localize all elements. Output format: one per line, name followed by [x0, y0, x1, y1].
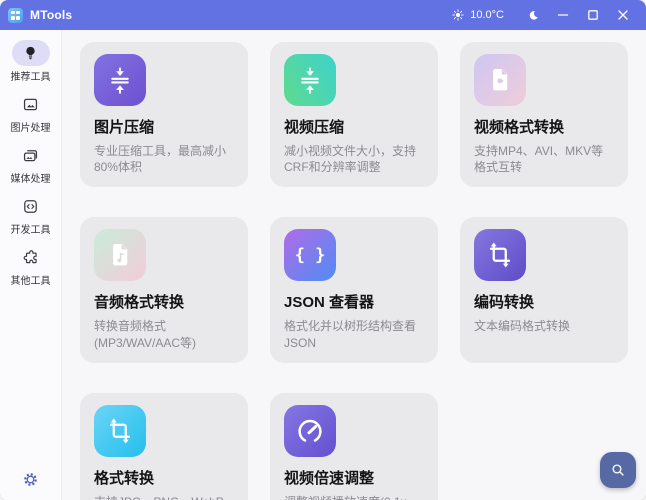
card-title: 音频格式转换 — [94, 291, 234, 312]
speedometer-icon — [284, 405, 336, 457]
sidebar-item-dev-tools[interactable]: 开发工具 — [11, 193, 51, 236]
card-desc: 专业压缩工具，最高减小80%体积 — [94, 143, 234, 175]
sidebar-item-label: 其他工具 — [11, 272, 51, 287]
braces-icon: { } — [284, 229, 336, 281]
svg-text:{ }: { } — [295, 245, 325, 265]
sidebar-item-recommended-tools[interactable]: 推荐工具 — [11, 40, 51, 83]
sidebar-item-label: 图片处理 — [11, 119, 51, 134]
tool-card[interactable]: 格式转换 支持JPG、PNG、WebP等格式互转 — [80, 393, 248, 500]
compress-glyph — [295, 65, 325, 95]
titlebar: MTools 10.0°C — [0, 0, 646, 30]
compress-icon — [284, 54, 336, 106]
lightbulb-icon — [21, 44, 40, 63]
minimize-icon — [557, 9, 569, 21]
sidebar-item-label: 媒体处理 — [11, 170, 51, 185]
sidebar-item-label: 开发工具 — [11, 221, 51, 236]
transform-icon — [94, 405, 146, 457]
sun-icon — [451, 8, 465, 22]
app-body: 推荐工具 图片处理 媒 — [0, 30, 646, 500]
card-title: 视频倍速调整 — [284, 467, 424, 488]
video-file-icon — [474, 54, 526, 106]
transform-glyph — [485, 240, 515, 270]
card-desc: 支持JPG、PNG、WebP等格式互转 — [94, 494, 234, 500]
tool-card[interactable]: 视频倍速调整 调整视频播放速度(0.1x-10x) — [270, 393, 438, 500]
sidebar-item-other-tools[interactable]: 其他工具 — [11, 244, 51, 287]
search-button[interactable] — [600, 452, 636, 488]
weather-widget[interactable]: 10.0°C — [451, 8, 504, 22]
theme-toggle-button[interactable] — [518, 1, 548, 29]
tool-card[interactable]: 音频格式转换 转换音频格式(MP3/WAV/AAC等) — [80, 217, 248, 362]
speedometer-glyph — [295, 416, 325, 446]
maximize-button[interactable] — [578, 1, 608, 29]
app-logo-icon — [8, 8, 23, 23]
puzzle-icon — [21, 248, 40, 267]
minimize-button[interactable] — [548, 1, 578, 29]
card-title: 视频格式转换 — [474, 116, 614, 137]
app-title: MTools — [30, 8, 72, 22]
sidebar-item-media-processing[interactable]: 媒体处理 — [11, 142, 51, 185]
temperature-label: 10.0°C — [470, 9, 504, 21]
card-desc: 减小视频文件大小，支持CRF和分辨率调整 — [284, 143, 424, 175]
close-icon — [617, 9, 629, 21]
close-button[interactable] — [608, 1, 638, 29]
tool-card[interactable]: 视频格式转换 支持MP4、AVI、MKV等格式互转 — [460, 42, 628, 187]
card-title: 格式转换 — [94, 467, 234, 488]
gear-icon — [22, 471, 39, 488]
maximize-icon — [587, 9, 599, 21]
compress-icon — [94, 54, 146, 106]
card-desc: 文本编码格式转换 — [474, 318, 614, 334]
search-icon — [610, 462, 626, 478]
card-title: 编码转换 — [474, 291, 614, 312]
titlebar-left: MTools — [8, 8, 72, 23]
sidebar-item-label: 推荐工具 — [11, 68, 51, 83]
audio-file-icon — [94, 229, 146, 281]
braces-glyph: { } — [295, 240, 325, 270]
app-window: MTools 10.0°C — [0, 0, 646, 500]
main-content: 图片压缩 专业压缩工具，最高减小80%体积 视频压缩 减小视频文件大小，支持CR… — [62, 30, 646, 500]
compress-glyph — [105, 65, 135, 95]
card-desc: 转换音频格式(MP3/WAV/AAC等) — [94, 318, 234, 350]
card-desc: 格式化并以树形结构查看 JSON — [284, 318, 424, 350]
tool-card[interactable]: 编码转换 文本编码格式转换 — [460, 217, 628, 362]
card-desc: 支持MP4、AVI、MKV等格式互转 — [474, 143, 614, 175]
card-desc: 调整视频播放速度(0.1x-10x) — [284, 494, 424, 500]
card-title: 图片压缩 — [94, 116, 234, 137]
titlebar-right: 10.0°C — [451, 1, 638, 29]
image-icon — [21, 95, 40, 114]
transform-icon — [474, 229, 526, 281]
audio-file-glyph — [105, 240, 135, 270]
tool-grid: 图片压缩 专业压缩工具，最高减小80%体积 视频压缩 减小视频文件大小，支持CR… — [80, 42, 628, 500]
sidebar-item-image-processing[interactable]: 图片处理 — [11, 91, 51, 134]
card-title: 视频压缩 — [284, 116, 424, 137]
tool-card[interactable]: 视频压缩 减小视频文件大小，支持CRF和分辨率调整 — [270, 42, 438, 187]
tool-card[interactable]: { } JSON 查看器 格式化并以树形结构查看 JSON — [270, 217, 438, 362]
card-title: JSON 查看器 — [284, 291, 424, 312]
sidebar: 推荐工具 图片处理 媒 — [0, 30, 62, 500]
video-file-glyph — [485, 65, 515, 95]
media-icon — [21, 146, 40, 165]
moon-icon — [527, 9, 540, 22]
tool-card[interactable]: 图片压缩 专业压缩工具，最高减小80%体积 — [80, 42, 248, 187]
code-icon — [21, 197, 40, 216]
settings-button[interactable] — [22, 471, 39, 500]
transform-glyph — [105, 416, 135, 446]
